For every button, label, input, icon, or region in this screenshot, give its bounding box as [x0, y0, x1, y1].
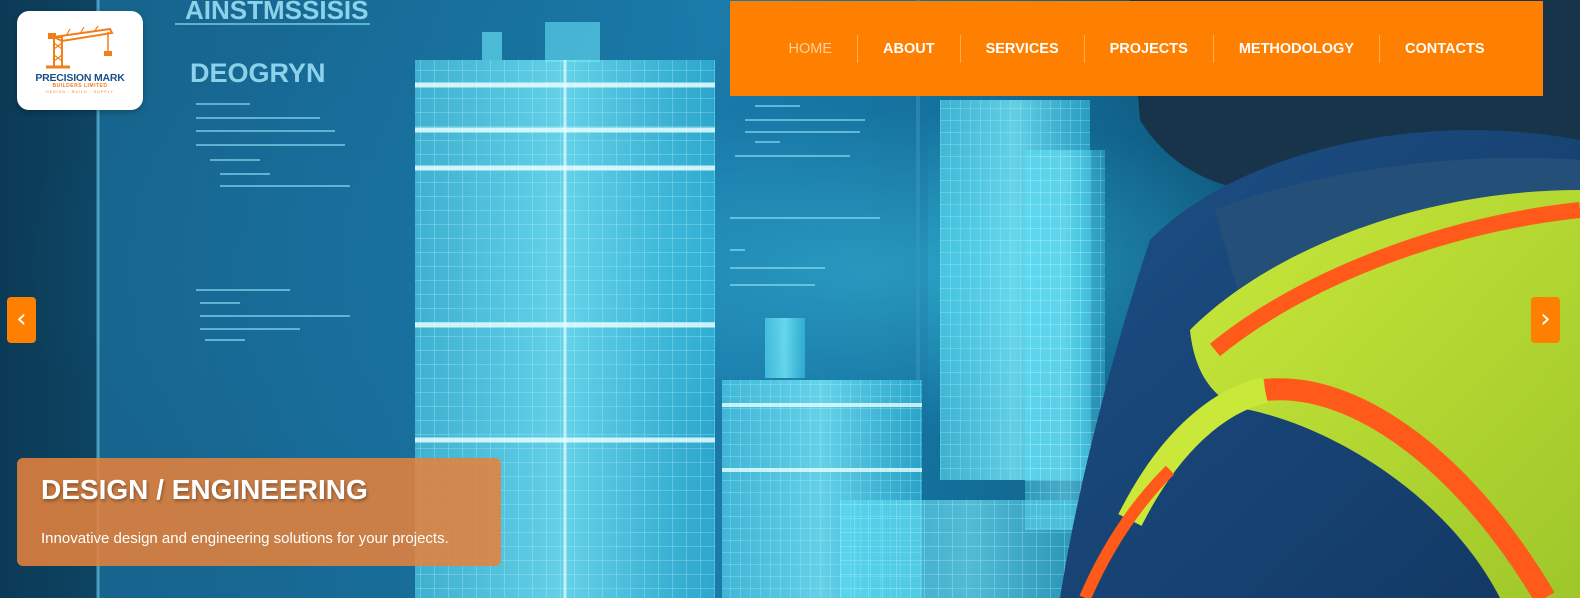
- slider-prev-button[interactable]: ‹: [7, 297, 36, 343]
- crane-logo-icon: [46, 25, 114, 69]
- hologram-tower-right: [940, 100, 1105, 530]
- company-logo[interactable]: PRECISION MARK BUILDERS LIMITED DESIGN ·…: [17, 11, 143, 110]
- nav-item-contacts[interactable]: CONTACTS: [1379, 34, 1509, 63]
- main-navigation: HOME ABOUT SERVICES PROJECTS METHODOLOGY…: [730, 1, 1543, 96]
- nav-item-projects[interactable]: PROJECTS: [1083, 34, 1213, 63]
- nav-item-about[interactable]: ABOUT: [857, 34, 960, 63]
- slide-caption-title: DESIGN / ENGINEERING: [41, 474, 368, 505]
- slide-caption: DESIGN / ENGINEERING Innovative design a…: [17, 458, 501, 566]
- nav-item-services[interactable]: SERVICES: [959, 34, 1084, 63]
- logo-company-subtitle: BUILDERS LIMITED: [52, 83, 108, 89]
- display-heading-top: AINSTMSSISIS: [185, 0, 368, 25]
- slider-next-button[interactable]: ›: [1531, 297, 1560, 343]
- slide-caption-text: Innovative design and engineering soluti…: [41, 530, 449, 547]
- nav-item-methodology[interactable]: METHODOLOGY: [1212, 34, 1379, 63]
- chevron-right-icon: ›: [1540, 304, 1551, 334]
- nav-item-home[interactable]: HOME: [764, 35, 858, 63]
- display-heading: DEOGRYN: [190, 58, 326, 88]
- logo-tagline: DESIGN · BUILD · SUPPLY: [46, 90, 114, 94]
- chevron-left-icon: ‹: [16, 304, 27, 334]
- hero-slider: AINSTMSSISIS DEOGRYN PRECISION MARK BUIL…: [0, 0, 1580, 598]
